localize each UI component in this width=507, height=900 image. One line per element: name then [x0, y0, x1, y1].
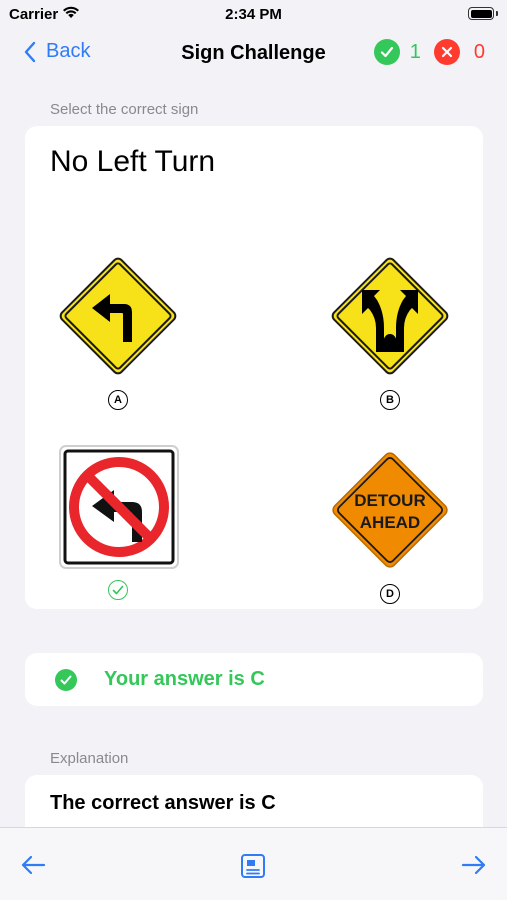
- arrow-left-icon: [21, 855, 46, 875]
- next-button[interactable]: [461, 854, 487, 881]
- bottom-toolbar: [0, 827, 507, 900]
- option-d[interactable]: DETOUR AHEAD D: [320, 444, 460, 604]
- status-bar: Carrier 2:34 PM: [0, 0, 507, 28]
- answer-result-text: Your answer is C: [104, 668, 265, 690]
- x-circle-icon: [433, 39, 460, 65]
- divided-highway-ends-sign-icon: [331, 257, 449, 375]
- option-a[interactable]: A: [48, 250, 188, 410]
- score-counter: 1 0: [373, 39, 485, 65]
- sign-text-line2: AHEAD: [360, 513, 420, 532]
- answer-result-card: Your answer is C: [25, 653, 483, 706]
- wrong-count: 0: [473, 40, 485, 63]
- option-letter: A: [108, 390, 128, 410]
- explanation-card: The correct answer is C: [25, 775, 483, 835]
- option-letter: D: [380, 584, 400, 604]
- option-letter: B: [380, 390, 400, 410]
- question-list-button[interactable]: [240, 853, 266, 884]
- card-list-icon: [241, 854, 265, 878]
- left-turn-warning-sign-icon: [59, 257, 177, 375]
- battery-icon: [468, 7, 498, 21]
- sign-text-line1: DETOUR: [354, 491, 425, 510]
- explanation-section-label: Explanation: [50, 750, 129, 767]
- option-c[interactable]: [48, 444, 188, 600]
- previous-button[interactable]: [20, 854, 46, 881]
- navigation-bar: Back Sign Challenge 1 0: [0, 30, 507, 76]
- detour-ahead-sign-icon: DETOUR AHEAD: [332, 452, 448, 568]
- checkmark-circle-icon: [373, 39, 400, 65]
- status-time: 2:34 PM: [225, 6, 282, 23]
- question-section-label: Select the correct sign: [50, 101, 199, 118]
- no-left-turn-sign-icon: [59, 445, 179, 569]
- checkmark-circle-icon: [55, 668, 77, 691]
- correct-checkmark-icon: [108, 580, 128, 600]
- arrow-right-icon: [461, 855, 486, 875]
- option-b[interactable]: B: [320, 250, 460, 410]
- question-card: No Left Turn A B DETOUR AHEAD D: [25, 126, 483, 609]
- explanation-text: The correct answer is C: [50, 792, 276, 814]
- question-title: No Left Turn: [50, 145, 216, 178]
- correct-count: 1: [409, 40, 421, 63]
